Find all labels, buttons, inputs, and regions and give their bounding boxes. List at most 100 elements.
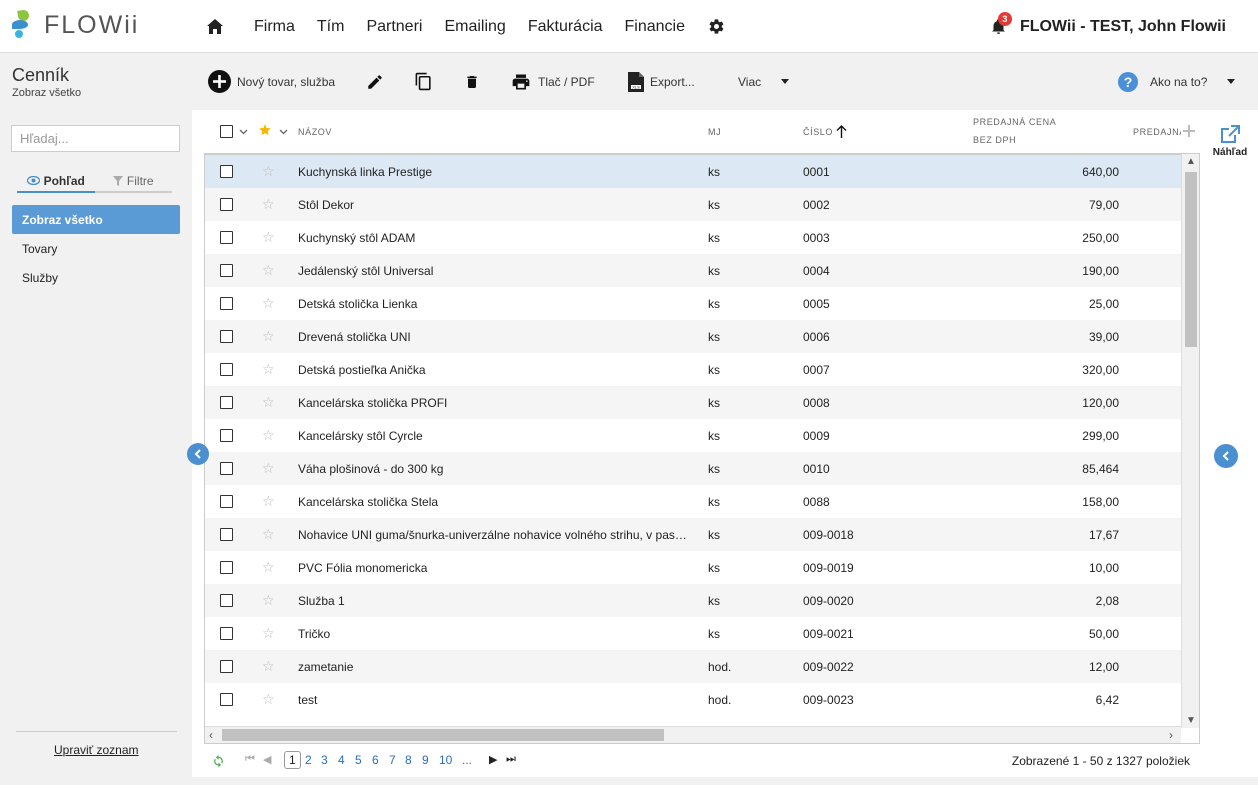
flowii-logo[interactable]: FLOWii — [12, 9, 139, 40]
star-outline-icon[interactable]: ☆ — [262, 691, 275, 708]
row-checkbox[interactable] — [220, 528, 233, 541]
page-3[interactable]: 3 — [321, 753, 328, 767]
row-checkbox[interactable] — [220, 627, 233, 640]
column-header-name[interactable]: Názov — [298, 127, 332, 137]
help-button[interactable]: ? Ako na to? — [1118, 53, 1236, 110]
gear-icon[interactable] — [706, 17, 726, 37]
star-outline-icon[interactable]: ☆ — [262, 163, 275, 180]
star-outline-icon[interactable]: ☆ — [262, 658, 275, 675]
new-item-button[interactable]: Nový tovar, služba — [208, 53, 335, 110]
prev-page-icon[interactable]: ◀ — [263, 753, 271, 766]
nav-item-emailing[interactable]: Emailing — [444, 18, 505, 36]
column-header-number[interactable]: Číslo — [803, 127, 833, 137]
star-outline-icon[interactable]: ☆ — [262, 295, 275, 312]
row-checkbox[interactable] — [220, 231, 233, 244]
table-row[interactable]: ☆ Kuchynská linka Prestige ks 0001 640,00 — [205, 155, 1181, 188]
row-checkbox[interactable] — [220, 330, 233, 343]
star-outline-icon[interactable]: ☆ — [262, 394, 275, 411]
scroll-right-icon[interactable]: › — [1169, 728, 1173, 742]
star-outline-icon[interactable]: ☆ — [262, 625, 275, 642]
row-checkbox[interactable] — [220, 561, 233, 574]
row-checkbox[interactable] — [220, 198, 233, 211]
column-header-price-line1[interactable]: Predajná cena — [973, 117, 1056, 127]
preview-button[interactable]: Náhľad — [1210, 124, 1250, 158]
table-row[interactable]: ☆ Jedálenský stôl Universal ks 0004 190,00 — [205, 254, 1181, 287]
sidebar-item-goods[interactable]: Tovary — [12, 234, 180, 263]
scroll-down-icon[interactable]: ▼ — [1186, 715, 1196, 726]
sidebar-item-all[interactable]: Zobraz všetko — [12, 205, 180, 234]
star-outline-icon[interactable]: ☆ — [262, 427, 275, 444]
row-checkbox[interactable] — [220, 660, 233, 673]
star-outline-icon[interactable]: ☆ — [262, 196, 275, 213]
table-row[interactable]: ☆ Nohavice UNI guma/šnurka-univerzálne no… — [205, 518, 1181, 551]
export-button[interactable]: XLS Export... — [628, 53, 695, 110]
page-2[interactable]: 2 — [305, 753, 312, 767]
star-outline-icon[interactable]: ☆ — [262, 361, 275, 378]
page-9[interactable]: 9 — [422, 753, 429, 767]
column-header-unit[interactable]: MJ — [708, 127, 721, 137]
table-row[interactable]: ☆ Detská stolička Lienka ks 0005 25,00 — [205, 287, 1181, 320]
star-outline-icon[interactable]: ☆ — [262, 328, 275, 345]
table-row[interactable]: ☆ Služba 1 ks 009-0020 2,08 — [205, 584, 1181, 617]
row-checkbox[interactable] — [220, 495, 233, 508]
table-row[interactable]: ☆ Kancelárska stolička Stela ks 0088 158,00 — [205, 485, 1181, 518]
refresh-icon[interactable] — [211, 753, 226, 768]
table-row[interactable]: ☆ Drevená stolička UNI ks 0006 39,00 — [205, 320, 1181, 353]
star-outline-icon[interactable]: ☆ — [262, 229, 275, 246]
row-checkbox[interactable] — [220, 693, 233, 706]
next-page-icon[interactable]: ▶ — [489, 753, 497, 766]
table-row[interactable]: ☆ Stôl Dekor ks 0002 79,00 — [205, 188, 1181, 221]
search-input[interactable] — [11, 125, 180, 152]
table-row[interactable]: ☆ Kancelárska stolička PROFI ks 0008 120,00 — [205, 386, 1181, 419]
edit-list-link[interactable]: Upraviť zoznam — [54, 743, 139, 757]
print-button[interactable]: Tlač / PDF — [510, 53, 595, 110]
table-row[interactable]: ☆ Tričko ks 009-0021 50,00 — [205, 617, 1181, 650]
table-row[interactable]: ☆ PVC Fólia monomericka ks 009-0019 10,00 — [205, 551, 1181, 584]
collapse-sidebar-button[interactable] — [187, 443, 209, 465]
page-10[interactable]: 10 — [439, 753, 452, 767]
nav-item-fakturacia[interactable]: Fakturácia — [528, 18, 603, 36]
row-checkbox[interactable] — [220, 297, 233, 310]
more-dropdown[interactable]: Viac — [738, 53, 790, 110]
row-checkbox[interactable] — [220, 429, 233, 442]
page-5[interactable]: 5 — [355, 753, 362, 767]
nav-item-financie[interactable]: Financie — [625, 18, 685, 36]
nav-item-tim[interactable]: Tím — [317, 18, 345, 36]
table-row[interactable]: ☆ Kuchynský stôl ADAM ks 0003 250,00 — [205, 221, 1181, 254]
table-row[interactable]: ☆ zametanie hod. 009-0022 12,00 — [205, 650, 1181, 683]
table-row[interactable]: ☆ Váha plošinová - do 300 kg ks 0010 85,464 — [205, 452, 1181, 485]
nav-item-firma[interactable]: Firma — [254, 18, 295, 36]
table-row[interactable]: ☆ test hod. 009-0023 6,42 — [205, 683, 1181, 716]
row-checkbox[interactable] — [220, 165, 233, 178]
star-outline-icon[interactable]: ☆ — [262, 460, 275, 477]
page-7[interactable]: 7 — [389, 753, 396, 767]
tab-filters[interactable]: Filtre — [94, 170, 172, 193]
page-6[interactable]: 6 — [372, 753, 379, 767]
page-4[interactable]: 4 — [338, 753, 345, 767]
table-row[interactable]: ☆ Kancelársky stôl Cyrcle ks 0009 299,00 — [205, 419, 1181, 452]
first-page-icon[interactable]: ⏮ — [245, 753, 255, 766]
page-1[interactable]: 1 — [284, 751, 301, 769]
vertical-scroll-thumb[interactable] — [1185, 172, 1197, 347]
copy-button[interactable] — [414, 53, 433, 110]
tab-view[interactable]: Pohľad — [17, 170, 95, 193]
column-header-price-next[interactable]: Predajná — [1133, 127, 1181, 137]
bell-icon[interactable]: 3 — [990, 11, 1012, 37]
horizontal-scrollbar[interactable]: ‹ › — [205, 726, 1181, 743]
row-checkbox[interactable] — [220, 594, 233, 607]
page-more[interactable]: ... — [462, 753, 472, 767]
edit-button[interactable] — [366, 53, 384, 110]
row-checkbox[interactable] — [220, 264, 233, 277]
row-checkbox[interactable] — [220, 396, 233, 409]
horizontal-scroll-thumb[interactable] — [222, 729, 664, 741]
scroll-left-icon[interactable]: ‹ — [209, 728, 213, 742]
home-icon[interactable] — [205, 17, 225, 37]
scroll-up-icon[interactable]: ▲ — [1186, 156, 1196, 167]
vertical-scrollbar[interactable]: ▲ ▼ — [1181, 154, 1199, 728]
star-outline-icon[interactable]: ☆ — [262, 559, 275, 576]
star-outline-icon[interactable]: ☆ — [262, 526, 275, 543]
last-page-icon[interactable]: ⏭ — [506, 753, 516, 766]
nav-item-partneri[interactable]: Partneri — [366, 18, 422, 36]
expand-preview-button[interactable] — [1214, 444, 1238, 468]
star-outline-icon[interactable]: ☆ — [262, 493, 275, 510]
